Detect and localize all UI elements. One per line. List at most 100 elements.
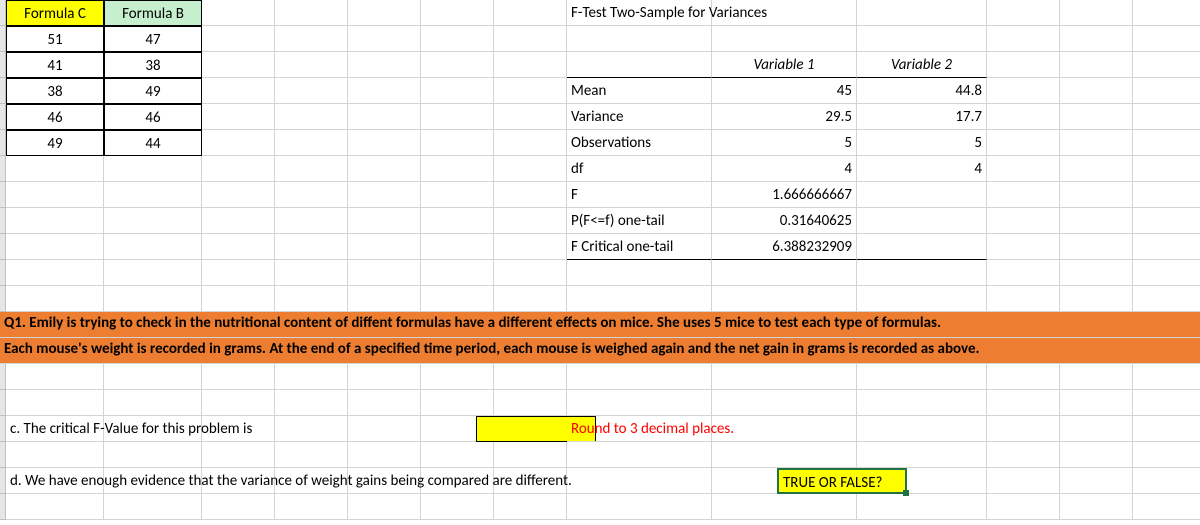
cell[interactable]	[567, 260, 712, 286]
cell[interactable]	[421, 26, 494, 52]
header-formula-c[interactable]: Formula C	[6, 0, 104, 26]
cell[interactable]	[421, 130, 494, 156]
cell[interactable]	[275, 104, 348, 130]
cell[interactable]	[1060, 390, 1133, 416]
cell[interactable]	[6, 364, 104, 390]
cell[interactable]	[6, 156, 104, 182]
cell[interactable]	[1133, 416, 1200, 442]
cell[interactable]	[567, 494, 712, 520]
cell[interactable]	[1133, 78, 1200, 104]
cell[interactable]	[202, 52, 275, 78]
cell[interactable]	[6, 390, 104, 416]
cell[interactable]	[1060, 182, 1133, 208]
cell[interactable]	[987, 442, 1060, 468]
cell[interactable]	[348, 130, 421, 156]
cell[interactable]	[275, 26, 348, 52]
cell[interactable]	[1060, 78, 1133, 104]
cell[interactable]	[348, 156, 421, 182]
data-b-4[interactable]: 44	[104, 130, 202, 156]
data-c-3[interactable]: 46	[6, 104, 104, 130]
cell[interactable]	[1060, 468, 1133, 494]
cell[interactable]	[348, 494, 421, 520]
cell[interactable]	[494, 104, 567, 130]
cell[interactable]	[202, 156, 275, 182]
cell[interactable]	[104, 286, 202, 312]
cell[interactable]	[275, 260, 348, 286]
cell[interactable]	[202, 234, 275, 260]
cell[interactable]	[421, 156, 494, 182]
cell[interactable]	[6, 260, 104, 286]
cell[interactable]	[1133, 52, 1200, 78]
cell[interactable]	[1060, 26, 1133, 52]
cell[interactable]	[275, 0, 348, 26]
cell[interactable]	[1133, 208, 1200, 234]
cell[interactable]	[567, 442, 712, 468]
cell[interactable]	[348, 182, 421, 208]
cell[interactable]	[348, 52, 421, 78]
fill-handle[interactable]	[903, 490, 909, 496]
cell[interactable]	[275, 156, 348, 182]
header-formula-b[interactable]: Formula B	[104, 0, 202, 26]
spreadsheet-grid[interactable]: Formula CFormula B51474138384946464944F-…	[0, 0, 1200, 525]
cell[interactable]	[567, 26, 712, 52]
cell[interactable]	[1133, 442, 1200, 468]
data-b-0[interactable]: 47	[104, 26, 202, 52]
cell[interactable]	[494, 442, 567, 468]
cell[interactable]	[494, 494, 567, 520]
cell[interactable]	[494, 364, 567, 390]
cell[interactable]	[712, 494, 857, 520]
cell[interactable]	[857, 494, 987, 520]
cell[interactable]	[275, 234, 348, 260]
cell[interactable]	[987, 416, 1060, 442]
cell[interactable]	[857, 260, 987, 286]
cell[interactable]	[494, 78, 567, 104]
cell[interactable]	[1060, 130, 1133, 156]
cell[interactable]	[104, 156, 202, 182]
cell[interactable]	[202, 364, 275, 390]
cell[interactable]	[857, 286, 987, 312]
cell[interactable]	[421, 78, 494, 104]
cell[interactable]	[987, 130, 1060, 156]
cell[interactable]	[275, 286, 348, 312]
cell[interactable]	[1133, 286, 1200, 312]
cell[interactable]	[494, 234, 567, 260]
cell[interactable]	[421, 390, 494, 416]
cell[interactable]	[494, 390, 567, 416]
cell[interactable]	[987, 0, 1060, 26]
cell[interactable]	[1060, 234, 1133, 260]
data-b-2[interactable]: 49	[104, 78, 202, 104]
cell[interactable]	[987, 260, 1060, 286]
cell[interactable]	[275, 442, 348, 468]
cell[interactable]	[987, 390, 1060, 416]
cell[interactable]	[857, 442, 987, 468]
cell[interactable]	[104, 234, 202, 260]
cell[interactable]	[857, 364, 987, 390]
cell[interactable]	[348, 208, 421, 234]
cell[interactable]	[712, 286, 857, 312]
cell[interactable]	[987, 52, 1060, 78]
cell[interactable]	[348, 104, 421, 130]
cell[interactable]	[987, 26, 1060, 52]
cell[interactable]	[202, 286, 275, 312]
cell[interactable]	[494, 260, 567, 286]
cell[interactable]	[348, 26, 421, 52]
cell[interactable]	[1060, 104, 1133, 130]
cell[interactable]	[857, 416, 987, 442]
cell[interactable]	[421, 260, 494, 286]
cell[interactable]	[421, 442, 494, 468]
cell[interactable]	[987, 286, 1060, 312]
cell[interactable]	[1133, 0, 1200, 26]
cell[interactable]	[494, 286, 567, 312]
cell[interactable]	[1060, 260, 1133, 286]
cell[interactable]	[421, 286, 494, 312]
cell[interactable]	[1133, 26, 1200, 52]
cell[interactable]	[712, 364, 857, 390]
cell[interactable]	[987, 494, 1060, 520]
cell[interactable]	[1133, 182, 1200, 208]
cell[interactable]	[857, 390, 987, 416]
cell[interactable]	[421, 104, 494, 130]
cell[interactable]	[275, 130, 348, 156]
data-b-1[interactable]: 38	[104, 52, 202, 78]
cell[interactable]	[567, 390, 712, 416]
cell[interactable]	[1060, 494, 1133, 520]
